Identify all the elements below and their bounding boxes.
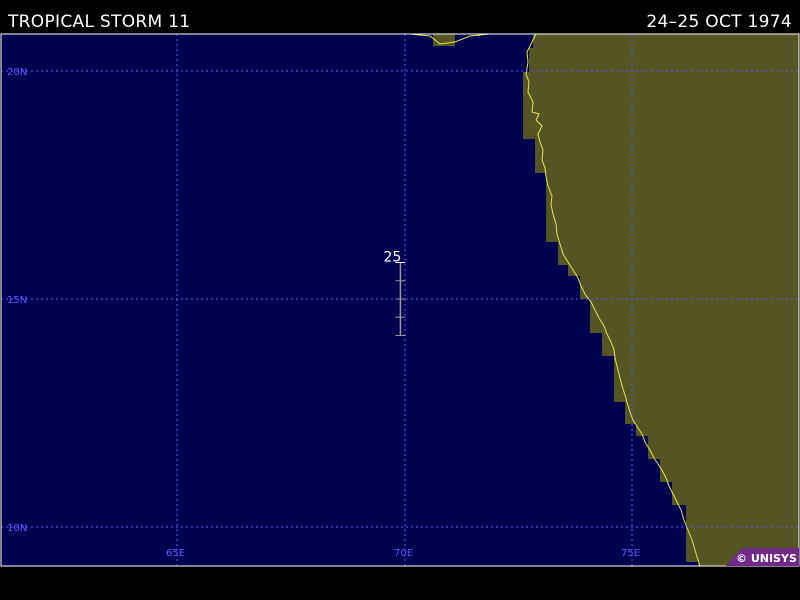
credit-text: © UNISYS xyxy=(736,552,797,565)
lon-label-65e: 65E xyxy=(166,548,185,559)
lat-label-20n: 20N xyxy=(7,67,27,78)
lat-label-15n: 15N xyxy=(7,295,27,306)
track-wind-label: 25 xyxy=(383,250,401,266)
lat-label-10n: 10N xyxy=(7,523,27,534)
track-map: 20N 15N 10N 65E 70E 75E 25 © UNISYS xyxy=(0,33,800,567)
lon-label-70e: 70E xyxy=(394,548,413,559)
lon-label-75e: 75E xyxy=(621,548,640,559)
land-north xyxy=(433,34,455,46)
